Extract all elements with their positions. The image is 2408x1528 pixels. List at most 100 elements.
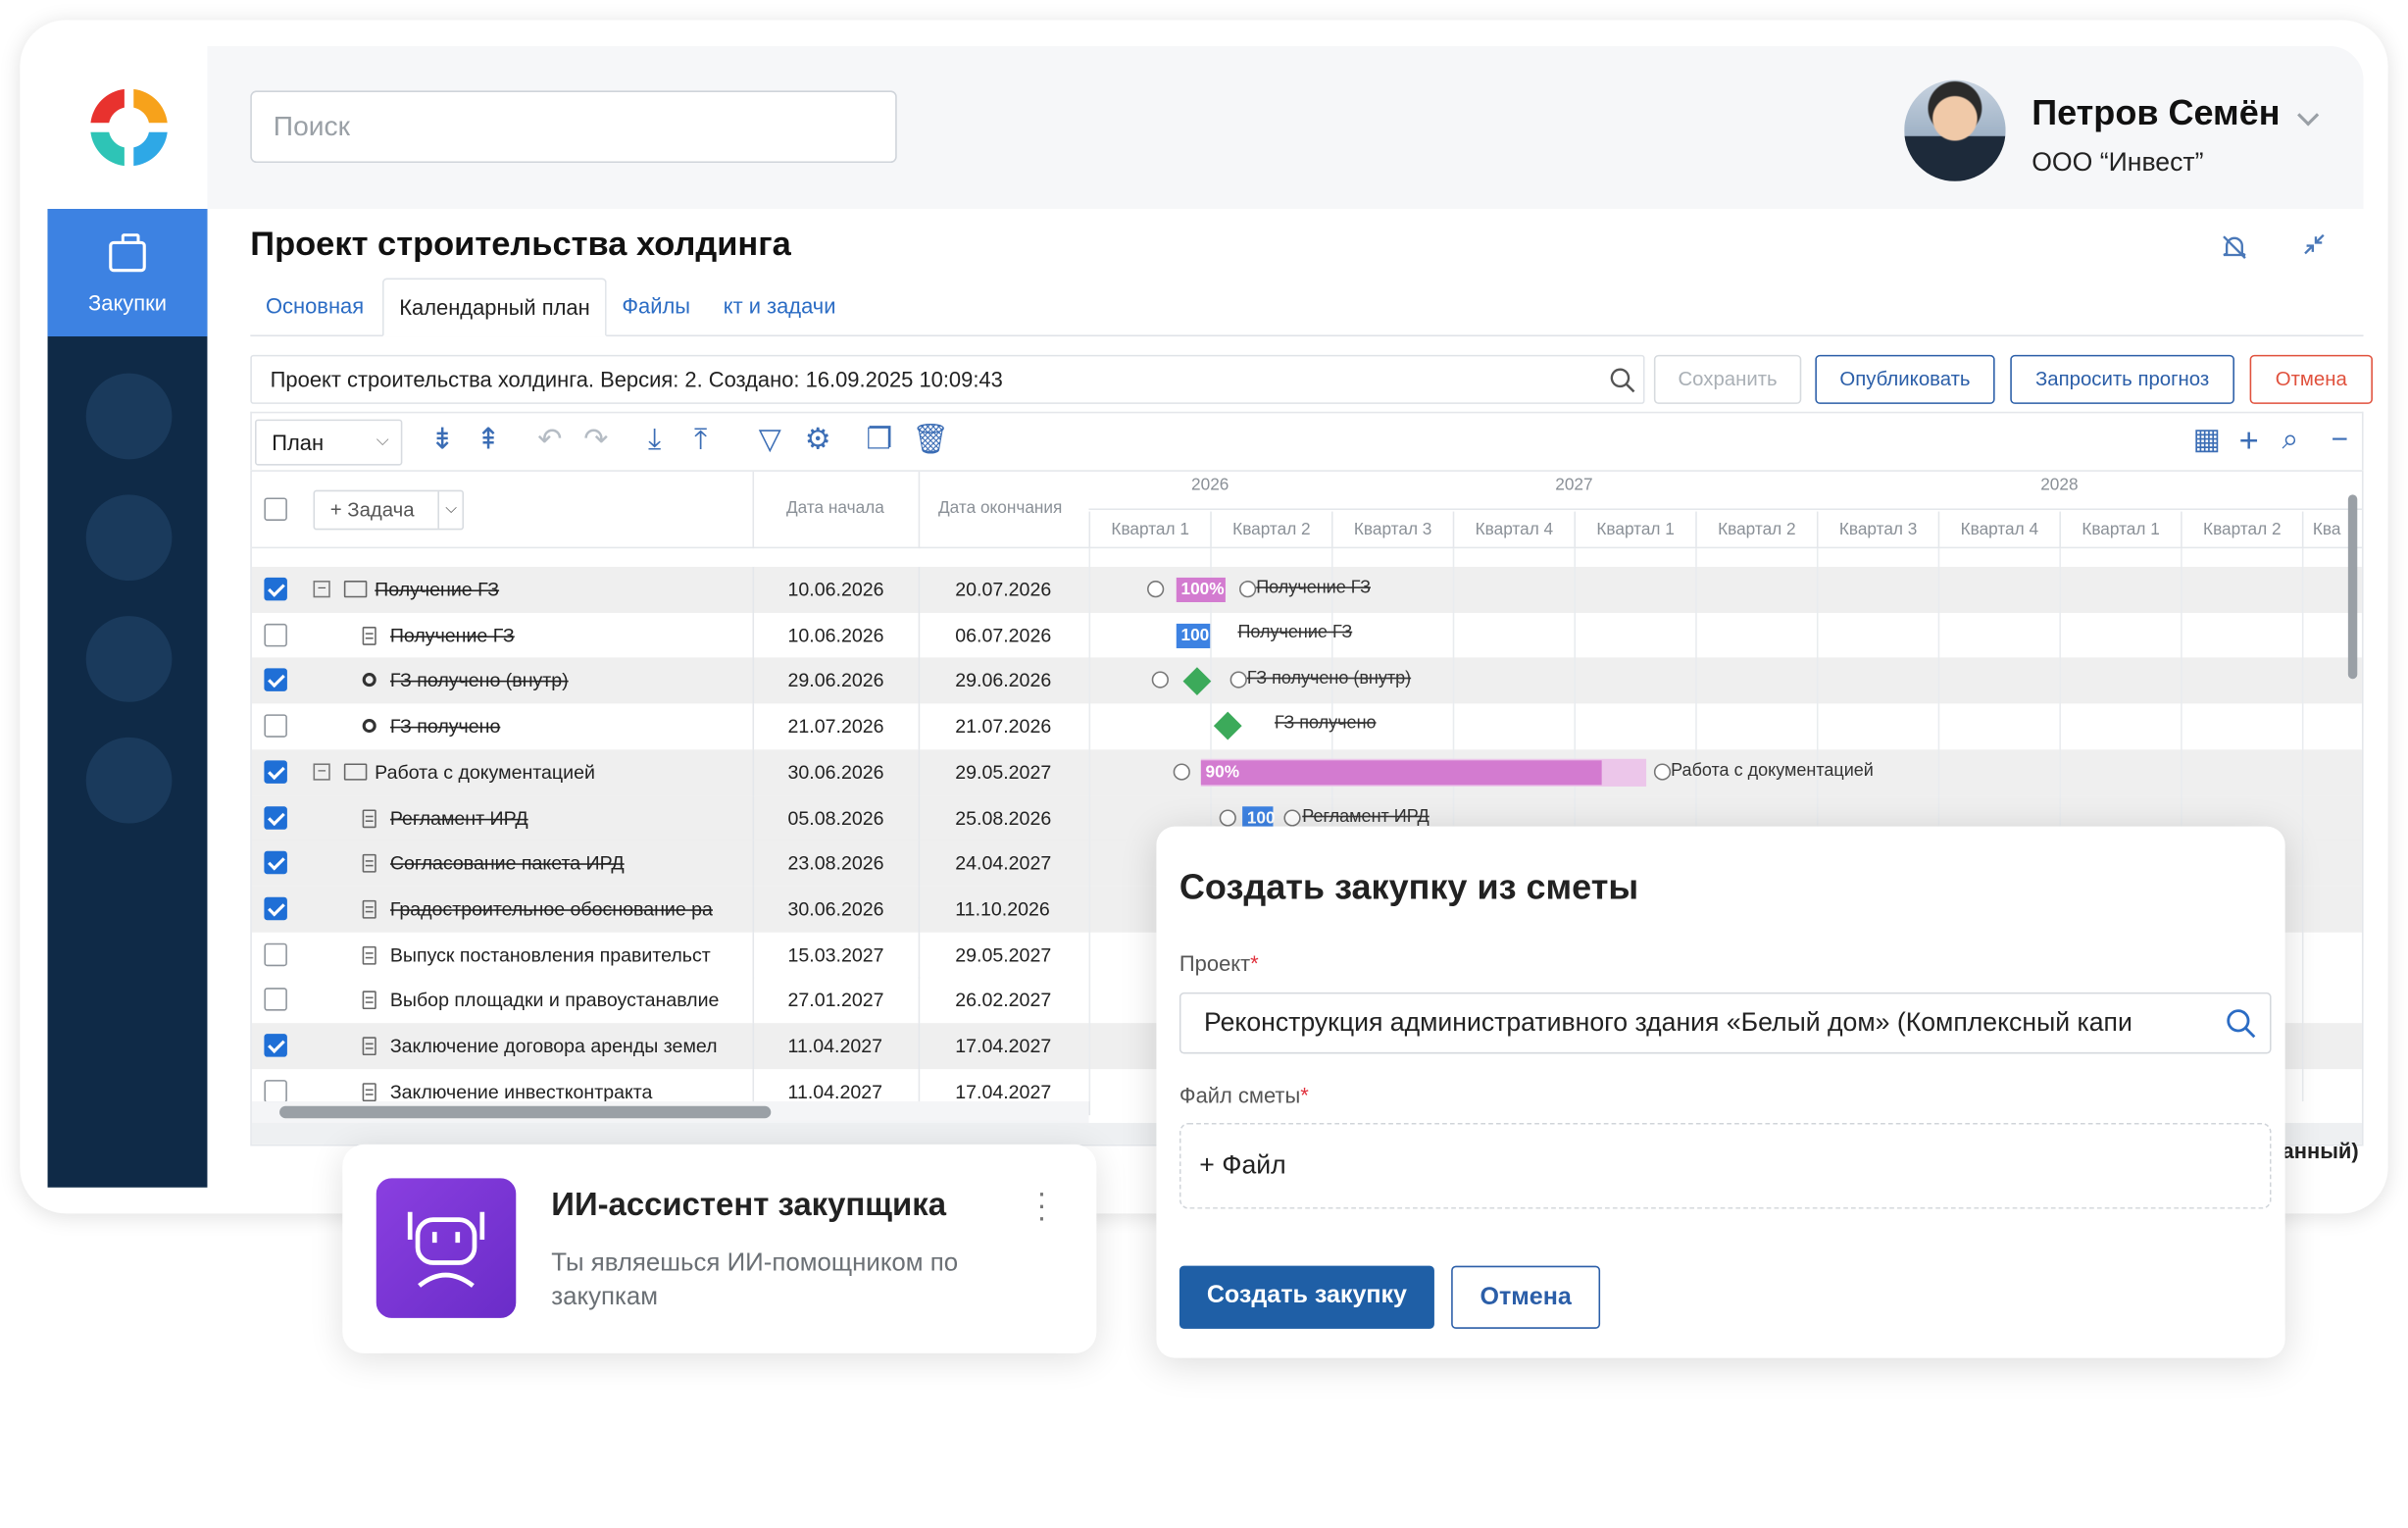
add-task-button[interactable]: + Задача ⌵	[313, 489, 465, 531]
task-end-date: 29.06.2026	[955, 670, 1052, 692]
assistant-subtitle: Ты являешься ИИ-помощником по закупкам	[551, 1248, 959, 1311]
create-purchase-button[interactable]: Создать закупку	[1179, 1265, 1434, 1329]
tab-files[interactable]: Файлы	[607, 279, 706, 337]
chevron-down-icon[interactable]	[2297, 104, 2320, 127]
gantt-bar-track[interactable]: 90%	[1200, 758, 1647, 787]
tab-main[interactable]: Основная	[250, 279, 378, 337]
gantt-link-dot[interactable]	[1173, 763, 1190, 781]
task-name: Заключение договора аренды земел	[389, 1035, 718, 1057]
row-checkbox[interactable]	[264, 577, 287, 601]
row-checkbox[interactable]	[264, 805, 287, 830]
gantt-bar-progress: 90%	[1200, 760, 1602, 786]
timeline-quarter: Квартал 2	[1210, 511, 1331, 549]
dialog-cancel-button[interactable]: Отмена	[1451, 1265, 1601, 1329]
row-checkbox[interactable]	[264, 623, 287, 646]
upload-icon[interactable]: ⤒	[694, 423, 707, 460]
row-checkbox[interactable]	[264, 1034, 287, 1057]
copy-icon[interactable]: ❐	[866, 423, 892, 460]
chevron-down-icon[interactable]: ⌵	[437, 491, 457, 529]
tab-calendar-plan[interactable]: Календарный план	[382, 278, 607, 337]
row-checkbox[interactable]	[264, 714, 287, 738]
vertical-scrollbar[interactable]	[2347, 494, 2358, 680]
dialog-title: Создать закупку из сметы	[1179, 866, 1639, 907]
row-checkbox[interactable]	[264, 988, 287, 1012]
gantt-link-dot[interactable]	[1151, 671, 1169, 688]
bell-off-icon[interactable]	[2219, 232, 2249, 263]
gantt-link-dot[interactable]	[1147, 581, 1165, 598]
gantt-bar-task[interactable]: 100	[1176, 623, 1211, 648]
search-icon[interactable]	[1609, 367, 1635, 393]
gantt-link-dot[interactable]	[1283, 809, 1301, 827]
timeline-quarter: Квартал 1	[2059, 511, 2181, 549]
sidebar-item-placeholder[interactable]	[85, 494, 173, 582]
task-start-date: 11.04.2027	[787, 1035, 883, 1057]
row-checkbox[interactable]	[264, 942, 287, 966]
row-checkbox[interactable]	[264, 760, 287, 784]
collapse-all-icon[interactable]: ⇞	[477, 423, 501, 460]
collapse-row-icon[interactable]: −	[313, 581, 330, 598]
gantt-link-dot[interactable]	[1653, 763, 1672, 781]
expand-all-icon[interactable]: ⇟	[430, 423, 455, 460]
row-checkbox[interactable]	[264, 851, 287, 875]
save-button[interactable]: Сохранить	[1653, 354, 1802, 404]
project-field[interactable]: Реконструкция административного здания «…	[1179, 992, 2272, 1054]
calendar-icon[interactable]: ▦	[2193, 423, 2221, 460]
timeline-quarter: Квартал 4	[1452, 511, 1575, 549]
column-end-date[interactable]: Дата окончания	[938, 499, 1062, 518]
sidebar-item-placeholder[interactable]	[85, 373, 173, 460]
gantt-bar-summary[interactable]: 100%	[1176, 577, 1226, 602]
timeline-header: 2026 2027 2028 Квартал 1 Квартал 2 Кварт…	[1088, 472, 2362, 549]
timeline-year: 2028	[2040, 476, 2079, 495]
search-icon[interactable]	[2226, 1007, 2256, 1039]
collapse-icon[interactable]	[2302, 232, 2327, 257]
user-name[interactable]: Петров Семён	[2032, 92, 2280, 133]
undo-icon[interactable]: ↶	[537, 423, 562, 460]
row-checkbox[interactable]	[264, 896, 287, 921]
trash-icon[interactable]: 🗑	[912, 423, 949, 460]
filter-icon[interactable]: ▽	[759, 423, 781, 460]
zoom-out-icon[interactable]: −	[2332, 423, 2348, 460]
column-start-date[interactable]: Дата начала	[786, 499, 884, 518]
sidebar-item-placeholder[interactable]	[85, 737, 173, 824]
task-icon	[362, 899, 376, 919]
page-title: Проект строительства холдинга	[250, 224, 791, 263]
task-end-date: 25.08.2026	[955, 807, 1052, 830]
truncated-text: анный)	[2282, 1138, 2359, 1163]
task-start-date: 15.03.2027	[787, 943, 884, 966]
download-icon[interactable]: ⤓	[648, 423, 661, 460]
gantt-link-dot[interactable]	[1219, 809, 1236, 827]
collapse-row-icon[interactable]: −	[313, 763, 330, 781]
task-end-date: 29.05.2027	[955, 761, 1052, 784]
more-icon[interactable]: · · ·	[1036, 1178, 1046, 1233]
row-checkbox[interactable]	[264, 1079, 287, 1103]
row-checkbox[interactable]	[264, 668, 287, 692]
task-name: Получение ГЗ	[375, 579, 500, 601]
required-mark: *	[1300, 1083, 1309, 1108]
file-dropzone[interactable]: + Файл	[1179, 1122, 2272, 1209]
add-file-button[interactable]: + Файл	[1199, 1150, 1285, 1180]
user-avatar[interactable]	[1904, 79, 2006, 181]
gear-icon[interactable]: ⚙	[805, 423, 831, 460]
sidebar-item-purchases[interactable]: Закупки	[47, 209, 208, 337]
timeline-year: 2027	[1555, 476, 1593, 495]
publish-button[interactable]: Опубликовать	[1815, 354, 1995, 404]
add-icon[interactable]: +	[2239, 422, 2259, 460]
add-task-label: + Задача	[329, 497, 415, 521]
cancel-button[interactable]: Отмена	[2249, 354, 2373, 404]
gantt-link-dot[interactable]	[1229, 671, 1247, 688]
task-start-date: 30.06.2026	[787, 761, 884, 784]
tab-tasks[interactable]: кт и задачи	[708, 279, 851, 337]
search-input[interactable]: Поиск	[250, 90, 897, 164]
gantt-bar-label: Получение ГЗ	[1237, 623, 1353, 642]
zoom-icon[interactable]: ⌕	[2283, 423, 2299, 460]
horizontal-scrollbar[interactable]	[251, 1101, 1089, 1123]
task-icon	[362, 991, 376, 1010]
select-all-checkbox[interactable]	[264, 497, 287, 521]
redo-icon[interactable]: ↷	[583, 423, 608, 460]
sidebar-item-placeholder[interactable]	[85, 616, 173, 702]
view-select[interactable]: План ⌵	[255, 419, 403, 466]
gantt-link-dot[interactable]	[1239, 581, 1257, 598]
request-forecast-button[interactable]: Запросить прогноз	[2010, 354, 2234, 404]
ai-assistant-card[interactable]: ИИ-ассистент закупщика Ты являешься ИИ-п…	[342, 1144, 1097, 1353]
folder-icon	[343, 763, 368, 781]
